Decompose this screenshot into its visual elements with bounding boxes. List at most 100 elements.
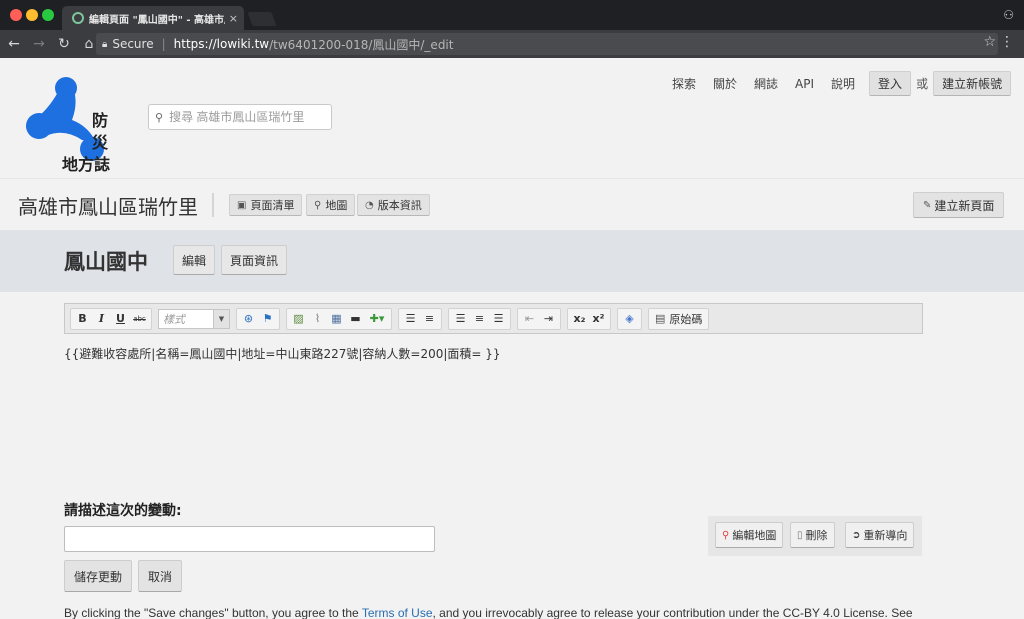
align-right-icon[interactable]: ☰ xyxy=(489,309,508,329)
eraser-icon[interactable]: ◈ xyxy=(620,309,639,329)
page-actions-box: ⚲ 編輯地圖 ▯ 刪除 ➲ 重新導向 xyxy=(708,516,922,556)
address-bar[interactable]: 🔒︎ Secure | https://lowiki.tw /tw6401200… xyxy=(96,33,998,55)
rss-icon: ◔ xyxy=(365,199,374,211)
changes-button[interactable]: ◔ 版本資訊 xyxy=(357,194,430,216)
clear-group: ◈ xyxy=(617,307,642,330)
site-logo[interactable]: 防災 地方誌 xyxy=(26,76,116,174)
nav-link-blog[interactable]: 網誌 xyxy=(754,75,778,92)
login-button[interactable]: 登入 xyxy=(869,71,912,96)
url-host: https://lowiki.tw xyxy=(173,37,270,51)
tab-close-icon[interactable]: × xyxy=(229,12,238,25)
bold-button[interactable]: B xyxy=(73,309,92,329)
rich-text-toolbar: B I U abc 樣式 ▼ ⊛ ⚑ ▨ ⌇ ▦ ▬ ✚▾ ☰ ≡ ☰ ≡ ☰ xyxy=(64,303,923,334)
dropdown-arrow-icon: ▼ xyxy=(213,309,229,328)
page-list-button[interactable]: ▣ 頁面清單 xyxy=(229,194,303,216)
edit-map-label: 編輯地圖 xyxy=(732,529,777,542)
nav-link-about[interactable]: 關於 xyxy=(713,75,737,92)
region-title[interactable]: 高雄市鳳山區瑞竹里 xyxy=(18,191,198,220)
license-notice: By clicking the "Save changes" button, y… xyxy=(64,606,913,619)
url-separator: | xyxy=(161,37,166,51)
map-label: 地圖 xyxy=(325,199,348,212)
save-button[interactable]: 儲存更動 xyxy=(64,560,133,592)
new-tab-button[interactable] xyxy=(247,12,277,26)
site-header: 防災 地方誌 ⚲ 探索 關於 網誌 API 說明 登入 或 建立新帳號 xyxy=(0,58,1024,178)
redirect-button[interactable]: ➲ 重新導向 xyxy=(845,522,915,548)
script-group: x₂ x² xyxy=(567,307,611,330)
link-group: ⊛ ⚑ xyxy=(236,307,280,330)
editor-body[interactable]: {{避難收容處所|名稱=鳳山國中|地址=中山東路227號|容納人數=200|面積… xyxy=(64,345,501,362)
logo-text-line2: 地方誌 xyxy=(62,155,111,174)
plugin-icon[interactable]: ✚▾ xyxy=(365,309,389,329)
search-input[interactable] xyxy=(169,110,320,124)
source-button[interactable]: ▤ 原始碼 xyxy=(648,307,710,330)
site-favicon-icon xyxy=(72,12,84,24)
image-icon[interactable]: ▨ xyxy=(289,309,308,329)
horizontal-rule-icon[interactable]: ▬ xyxy=(346,309,365,329)
nav-link-explore[interactable]: 探索 xyxy=(672,75,696,92)
page-info-button[interactable]: 頁面資訊 xyxy=(221,245,288,275)
forward-arrow-icon[interactable]: → xyxy=(28,36,50,52)
edit-summary-input[interactable] xyxy=(64,526,435,552)
page-title: 鳳山國中 xyxy=(64,250,148,274)
search-box[interactable]: ⚲ xyxy=(148,104,332,130)
delete-button[interactable]: ▯ 刪除 xyxy=(790,522,835,548)
back-arrow-icon[interactable]: ← xyxy=(3,36,25,52)
style-select[interactable]: 樣式 ▼ xyxy=(158,308,230,329)
browser-toolbar: ← → ↻ ⌂ 🔒︎ Secure | https://lowiki.tw /t… xyxy=(0,30,1024,58)
edit-tab-button[interactable]: 編輯 xyxy=(173,245,216,275)
list-group: ☰ ≡ xyxy=(398,307,442,330)
bookmark-star-icon[interactable]: ☆ xyxy=(983,34,996,50)
lock-icon: 🔒︎ xyxy=(102,38,108,50)
logo-text-line1: 防災 xyxy=(92,111,109,152)
subscript-button[interactable]: x₂ xyxy=(570,309,589,329)
edit-summary-label: 請描述這次的變動: xyxy=(64,503,182,519)
flag-icon[interactable]: ⚑ xyxy=(258,309,277,329)
bus-icon: ▣ xyxy=(237,199,247,211)
top-nav: 探索 關於 網誌 API 說明 登入 或 建立新帳號 xyxy=(672,71,1012,96)
align-group: ☰ ≡ ☰ xyxy=(448,307,511,330)
edit-content: B I U abc 樣式 ▼ ⊛ ⚑ ▨ ⌇ ▦ ▬ ✚▾ ☰ ≡ ☰ ≡ ☰ xyxy=(0,292,1024,619)
outdent-icon[interactable]: ⇤ xyxy=(520,309,539,329)
cancel-button[interactable]: 取消 xyxy=(138,560,183,592)
pencil-icon: ✎ xyxy=(923,199,932,211)
signup-button[interactable]: 建立新帳號 xyxy=(933,71,1012,96)
align-left-icon[interactable]: ☰ xyxy=(451,309,470,329)
minimize-window-button[interactable] xyxy=(26,9,38,21)
tab-title: 編輯頁面 "鳳山國中" - 高雄市鳳 xyxy=(89,14,225,26)
indent-icon[interactable]: ⇥ xyxy=(539,309,558,329)
or-text: 或 xyxy=(916,77,929,91)
delete-label: 刪除 xyxy=(805,529,828,542)
region-bar: 高雄市鳳山區瑞竹里 ▣ 頁面清單 ⚲ 地圖 ◔ 版本資訊 ✎ 建立新頁面 xyxy=(0,178,1024,230)
map-pin-icon: ⚲ xyxy=(722,529,730,541)
browser-menu-icon[interactable]: ⋮ xyxy=(1000,34,1014,50)
table-icon[interactable]: ▦ xyxy=(327,309,346,329)
style-select-label: 樣式 xyxy=(163,312,185,326)
new-page-button[interactable]: ✎ 建立新頁面 xyxy=(913,192,1005,218)
align-center-icon[interactable]: ≡ xyxy=(470,309,489,329)
italic-button[interactable]: I xyxy=(92,309,111,329)
profile-icon[interactable]: ⚇ xyxy=(1003,8,1014,22)
map-marker-icon: ⚲ xyxy=(314,199,322,211)
maximize-window-button[interactable] xyxy=(42,9,54,21)
secure-label: Secure xyxy=(112,37,154,51)
attachment-icon[interactable]: ⌇ xyxy=(308,309,327,329)
underline-button[interactable]: U xyxy=(111,309,130,329)
strikethrough-button[interactable]: abc xyxy=(130,309,149,329)
terms-of-use-link[interactable]: Terms of Use xyxy=(362,606,433,619)
reload-icon[interactable]: ↻ xyxy=(53,36,75,52)
nav-link-help[interactable]: 說明 xyxy=(831,75,855,92)
license-text-after: , and you irrevocably agree to release y… xyxy=(432,606,913,619)
unordered-list-icon[interactable]: ≡ xyxy=(420,309,439,329)
edit-map-button[interactable]: ⚲ 編輯地圖 xyxy=(715,522,784,548)
ordered-list-icon[interactable]: ☰ xyxy=(401,309,420,329)
url-path: /tw6401200-018/鳳山國中/_edit xyxy=(269,37,454,52)
page-title-bar: 鳳山國中 編輯 頁面資訊 xyxy=(0,230,1024,292)
document-icon: ▤ xyxy=(655,312,666,325)
nav-link-api[interactable]: API xyxy=(795,77,814,91)
superscript-button[interactable]: x² xyxy=(589,309,608,329)
browser-tab-active[interactable]: 編輯頁面 "鳳山國中" - 高雄市鳳 × xyxy=(62,6,244,30)
map-button[interactable]: ⚲ 地圖 xyxy=(306,194,356,216)
close-window-button[interactable] xyxy=(10,9,22,21)
link-icon[interactable]: ⊛ xyxy=(239,309,258,329)
redirect-label: 重新導向 xyxy=(863,529,908,542)
